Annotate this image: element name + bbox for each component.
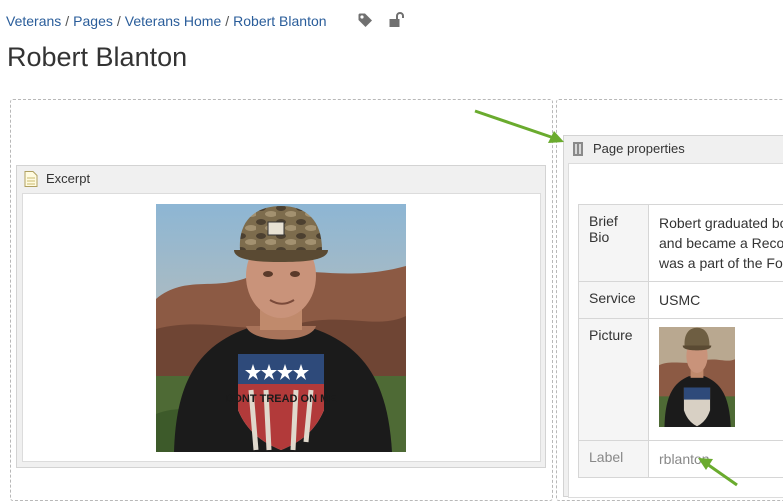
brief-bio-line: Robert graduated bo [659,213,783,233]
row-label-service: Service [589,290,636,306]
table-row: Service USMC [579,282,783,319]
page-properties-table: Brief Bio Robert graduated bo and became… [578,204,783,478]
table-header-cell: Picture [579,319,649,441]
excerpt-macro-title: Excerpt [46,171,90,186]
breadcrumb: Veterans/Pages/Veterans Home/Robert Blan… [6,13,327,29]
breadcrumb-veterans[interactable]: Veterans [6,13,61,29]
annotation-arrow-icon [693,451,743,491]
veteran-thumbnail-photo[interactable] [659,327,735,427]
excerpt-macro-header: Excerpt [17,166,545,192]
unlock-icon[interactable] [388,12,404,28]
page-title: Robert Blanton [7,42,187,73]
breadcrumb-veterans-home[interactable]: Veterans Home [125,13,222,29]
excerpt-page-icon [24,171,38,187]
breadcrumb-pages[interactable]: Pages [73,13,113,29]
page-properties-macro-header: Page properties [564,136,783,162]
page-properties-icon [571,141,585,157]
breadcrumb-separator: / [117,13,121,29]
table-row: Picture [579,319,783,441]
breadcrumb-separator: / [65,13,69,29]
table-row: Brief Bio Robert graduated bo and became… [579,205,783,282]
row-label-picture: Picture [589,327,633,343]
breadcrumb-separator: / [225,13,229,29]
annotation-arrow-icon [470,105,570,150]
row-label-label: Label [589,449,623,465]
row-label-brief-bio: Brief Bio [589,213,618,245]
page-properties-macro-title: Page properties [593,141,685,156]
tag-icon[interactable] [357,12,373,28]
table-header-cell: Brief Bio [579,205,649,282]
brief-bio-line: and became a Reco [659,233,783,253]
table-header-cell: Label [579,441,649,478]
service-value: USMC [659,292,700,308]
table-cell [649,319,783,441]
veteran-portrait-photo: DONT TREAD ON ME [156,204,406,452]
table-header-cell: Service [579,282,649,319]
shirt-text: DONT TREAD ON ME [225,393,336,405]
table-cell: Robert graduated bo and became a Reco wa… [649,205,783,282]
breadcrumb-robert-blanton[interactable]: Robert Blanton [233,13,326,29]
table-row: Label rblanton [579,441,783,478]
table-cell: USMC [649,282,783,319]
excerpt-macro-body: DONT TREAD ON ME [22,193,541,462]
brief-bio-line: was a part of the Fo [659,253,783,273]
excerpt-macro[interactable]: Excerpt [16,165,546,468]
